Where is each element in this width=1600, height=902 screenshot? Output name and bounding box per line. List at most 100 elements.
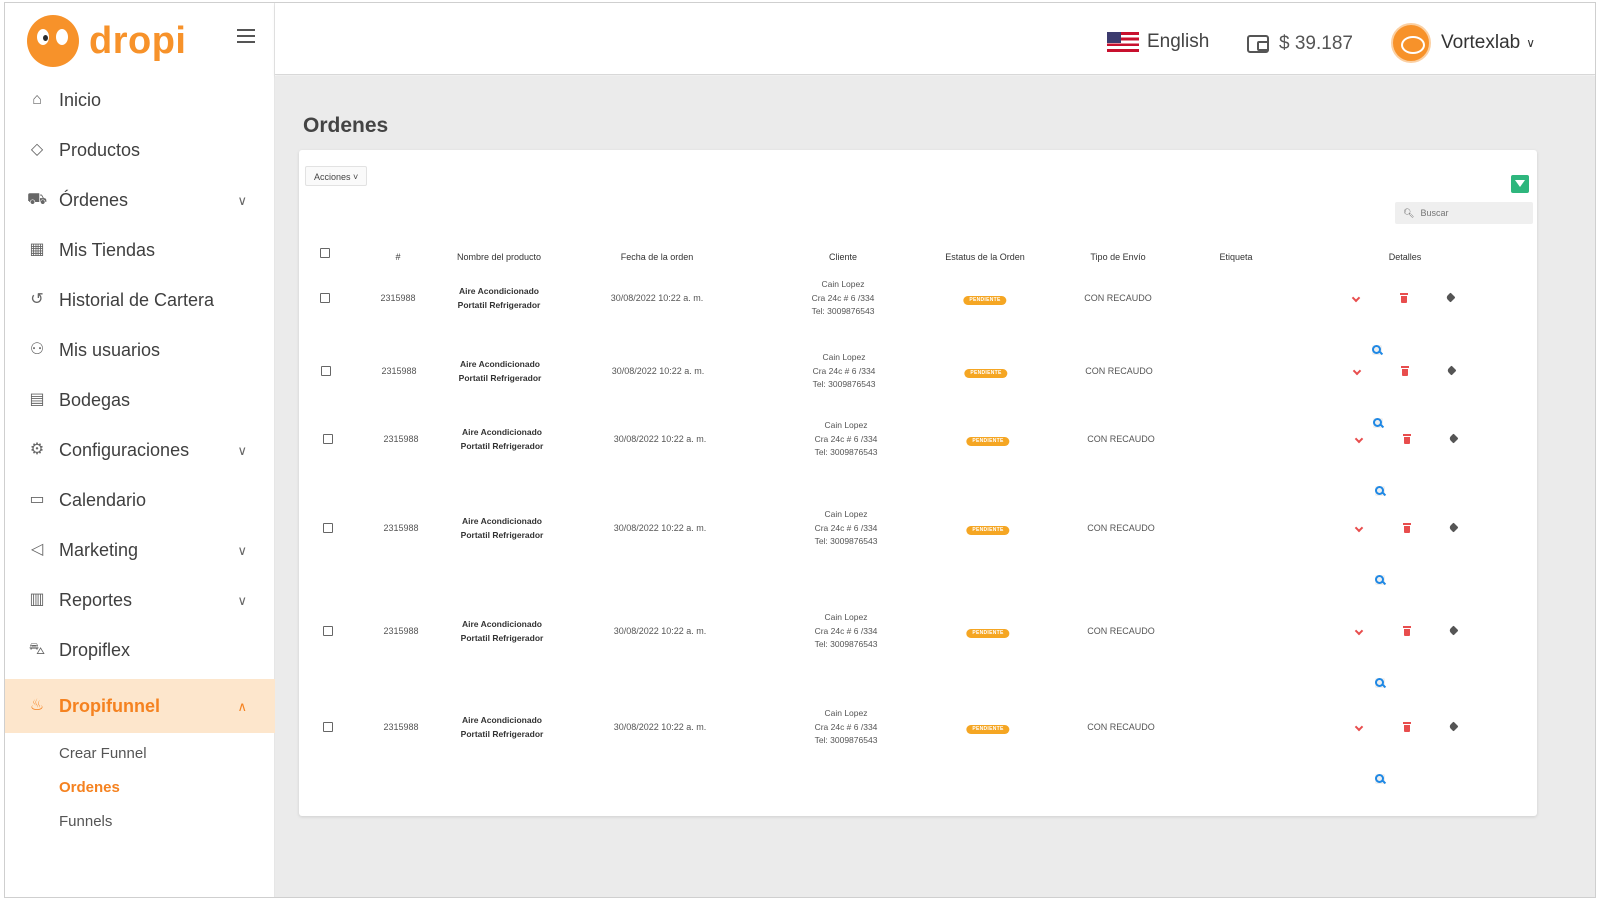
client-address: Cra 24c # 6 /334 — [814, 433, 878, 444]
product-name: Aire Acondicionado Portatil Refrigerador — [461, 713, 544, 741]
sidebar-item-mis-tiendas[interactable]: ▦ Mis Tiendas — [5, 225, 275, 275]
row-actions — [1355, 523, 1473, 585]
sidebar-item-inicio[interactable]: ⌂ Inicio — [5, 75, 275, 125]
sidebar-item-calendario[interactable]: ▭ Calendario — [5, 475, 275, 525]
sidebar-item-bodegas[interactable]: ▤ Bodegas — [5, 375, 275, 425]
product-name: Aire Acondicionado Portatil Refrigerador — [458, 284, 541, 312]
sidebar-item-label: Reportes — [59, 589, 133, 610]
trash-icon[interactable] — [1400, 293, 1408, 303]
col-header-id[interactable]: # — [395, 252, 400, 262]
tag-icon[interactable] — [1446, 293, 1456, 303]
sidebar-item-configuraciones[interactable]: ⚙ Configuraciones ∨ — [5, 425, 275, 475]
trash-icon[interactable] — [1403, 434, 1411, 444]
sidebar-item-label: Dropiflex — [59, 639, 131, 660]
submenu-item-crear-funnel[interactable]: Crear Funnel — [59, 737, 275, 771]
chevron-down-icon[interactable] — [1353, 366, 1363, 376]
hamburger-menu-icon[interactable] — [237, 29, 255, 43]
client-name: Cain Lopez — [824, 611, 868, 622]
table-row[interactable]: 2315988 Aire Acondicionado Portatil Refrig… — [299, 498, 1537, 585]
row-checkbox[interactable] — [323, 626, 333, 636]
table-row[interactable]: 2315988 Aire Acondicionado Portatil Refrig… — [299, 409, 1537, 496]
history-icon: ↺ — [30, 291, 44, 308]
chevron-down-icon[interactable] — [1355, 626, 1365, 636]
table-row[interactable]: 2315988 Aire Acondicionado Portatil Refrig… — [299, 268, 1537, 355]
col-header-product[interactable]: Nombre del producto — [457, 252, 541, 262]
row-checkbox[interactable] — [323, 434, 333, 444]
order-date: 30/08/2022 10:22 a. m. — [611, 366, 705, 376]
sidebar-item-reportes[interactable]: ▥ Reportes ∨ — [5, 575, 275, 625]
sidebar-item-label: Configuraciones — [59, 439, 190, 460]
balance-amount: $ 39.187 — [1279, 33, 1353, 54]
row-checkbox[interactable] — [323, 722, 333, 732]
sidebar-item-dropifunnel[interactable]: ♨ Dropifunnel ∧ — [5, 679, 275, 733]
tag-icon[interactable] — [1447, 366, 1457, 376]
search-input[interactable] — [1420, 208, 1521, 218]
actions-dropdown[interactable]: Acciones ˅ — [305, 166, 368, 186]
filter-button[interactable] — [1511, 175, 1529, 193]
sidebar-item-productos[interactable]: ◇ Productos — [5, 125, 275, 175]
trash-icon[interactable] — [1403, 722, 1411, 732]
chevron-down-icon: ∨ — [237, 593, 247, 608]
search-icon[interactable] — [1375, 678, 1385, 688]
row-checkbox[interactable] — [321, 366, 331, 376]
col-header-date[interactable]: Fecha de la orden — [621, 252, 694, 262]
status-cell: PENDIENTE — [966, 720, 1010, 734]
trash-icon[interactable] — [1403, 523, 1411, 533]
order-id: 2315988 — [383, 722, 419, 732]
order-date: 30/08/2022 10:22 a. m. — [613, 722, 707, 732]
search-icon[interactable] — [1375, 774, 1385, 784]
row-actions — [1355, 626, 1473, 688]
search-icon[interactable] — [1375, 575, 1385, 585]
product-name-line: Aire Acondicionado — [462, 619, 542, 629]
sidebar-item-label: Marketing — [59, 539, 139, 560]
brand-logo[interactable]: dropi — [27, 11, 186, 71]
client-info: Cain Lopez Cra 24c # 6 /334 Tel: 300987654… — [815, 419, 878, 460]
chevron-down-icon[interactable] — [1352, 293, 1362, 303]
col-header-label[interactable]: Etiqueta — [1219, 252, 1252, 262]
sidebar-item-label: Historial de Cartera — [59, 289, 215, 310]
tag-icon[interactable] — [1449, 434, 1459, 444]
chevron-down-icon[interactable] — [1355, 722, 1365, 732]
shipping-type: CON RECAUDO — [1084, 293, 1152, 303]
sidebar-item-dropiflex[interactable]: ⛍ Dropiflex — [5, 625, 275, 675]
tag-icon[interactable] — [1449, 722, 1459, 732]
col-header-shipping[interactable]: Tipo de Envío — [1090, 252, 1145, 262]
chevron-down-icon[interactable] — [1355, 523, 1365, 533]
trash-icon[interactable] — [1403, 626, 1411, 636]
submenu-item-ordenes[interactable]: Ordenes — [59, 771, 275, 805]
status-cell: PENDIENTE — [964, 364, 1008, 378]
row-checkbox[interactable] — [323, 523, 333, 533]
user-menu[interactable]: Vortexlab ∨ — [1391, 23, 1535, 63]
sidebar-item-ordenes[interactable]: ⛟ Órdenes ∨ — [5, 175, 275, 225]
tag-icon[interactable] — [1449, 626, 1459, 636]
search-icon[interactable] — [1375, 486, 1385, 496]
select-all-checkbox[interactable] — [320, 248, 330, 258]
avatar — [1391, 23, 1431, 63]
order-date: 30/08/2022 10:22 a. m. — [610, 293, 704, 303]
order-id: 2315988 — [381, 366, 417, 376]
col-header-status[interactable]: Estatus de la Orden — [945, 252, 1025, 262]
sidebar-item-mis-usuarios[interactable]: ⚇ Mis usuarios — [5, 325, 275, 375]
store-icon: ▦ — [29, 241, 45, 258]
order-date: 30/08/2022 10:22 a. m. — [613, 523, 707, 533]
trash-icon[interactable] — [1401, 366, 1409, 376]
search-box[interactable]: 🔍︎ — [1395, 202, 1533, 224]
sidebar-item-historial-de-cartera[interactable]: ↺ Historial de Cartera — [5, 275, 275, 325]
sidebar-item-marketing[interactable]: ◁ Marketing ∨ — [5, 525, 275, 575]
table-row[interactable]: 2315988 Aire Acondicionado Portatil Refrig… — [299, 341, 1537, 428]
app-window: dropi ⌂ Inicio ◇ Productos ⛟ Órdenes ∨ ▦ Mis Tie… — [4, 2, 1596, 898]
chevron-down-icon[interactable] — [1355, 434, 1365, 444]
row-checkbox[interactable] — [320, 293, 330, 303]
status-badge: PENDIENTE — [963, 296, 1007, 305]
client-phone: Tel: 3009876543 — [812, 378, 876, 389]
submenu-item-funnels[interactable]: Funnels — [59, 805, 275, 839]
tag-icon[interactable] — [1449, 523, 1459, 533]
table-row[interactable]: 2315988 Aire Acondicionado Portatil Refrig… — [299, 601, 1537, 688]
product-name-line: Aire Acondicionado — [459, 286, 539, 296]
language-selector[interactable]: English — [1107, 31, 1209, 53]
col-header-client[interactable]: Cliente — [829, 252, 857, 262]
sidebar-item-label: Órdenes — [59, 189, 129, 210]
wallet-balance[interactable]: $ 39.187 — [1247, 33, 1353, 55]
table-row[interactable]: 2315988 Aire Acondicionado Portatil Refrig… — [299, 697, 1537, 784]
row-actions — [1353, 366, 1471, 428]
